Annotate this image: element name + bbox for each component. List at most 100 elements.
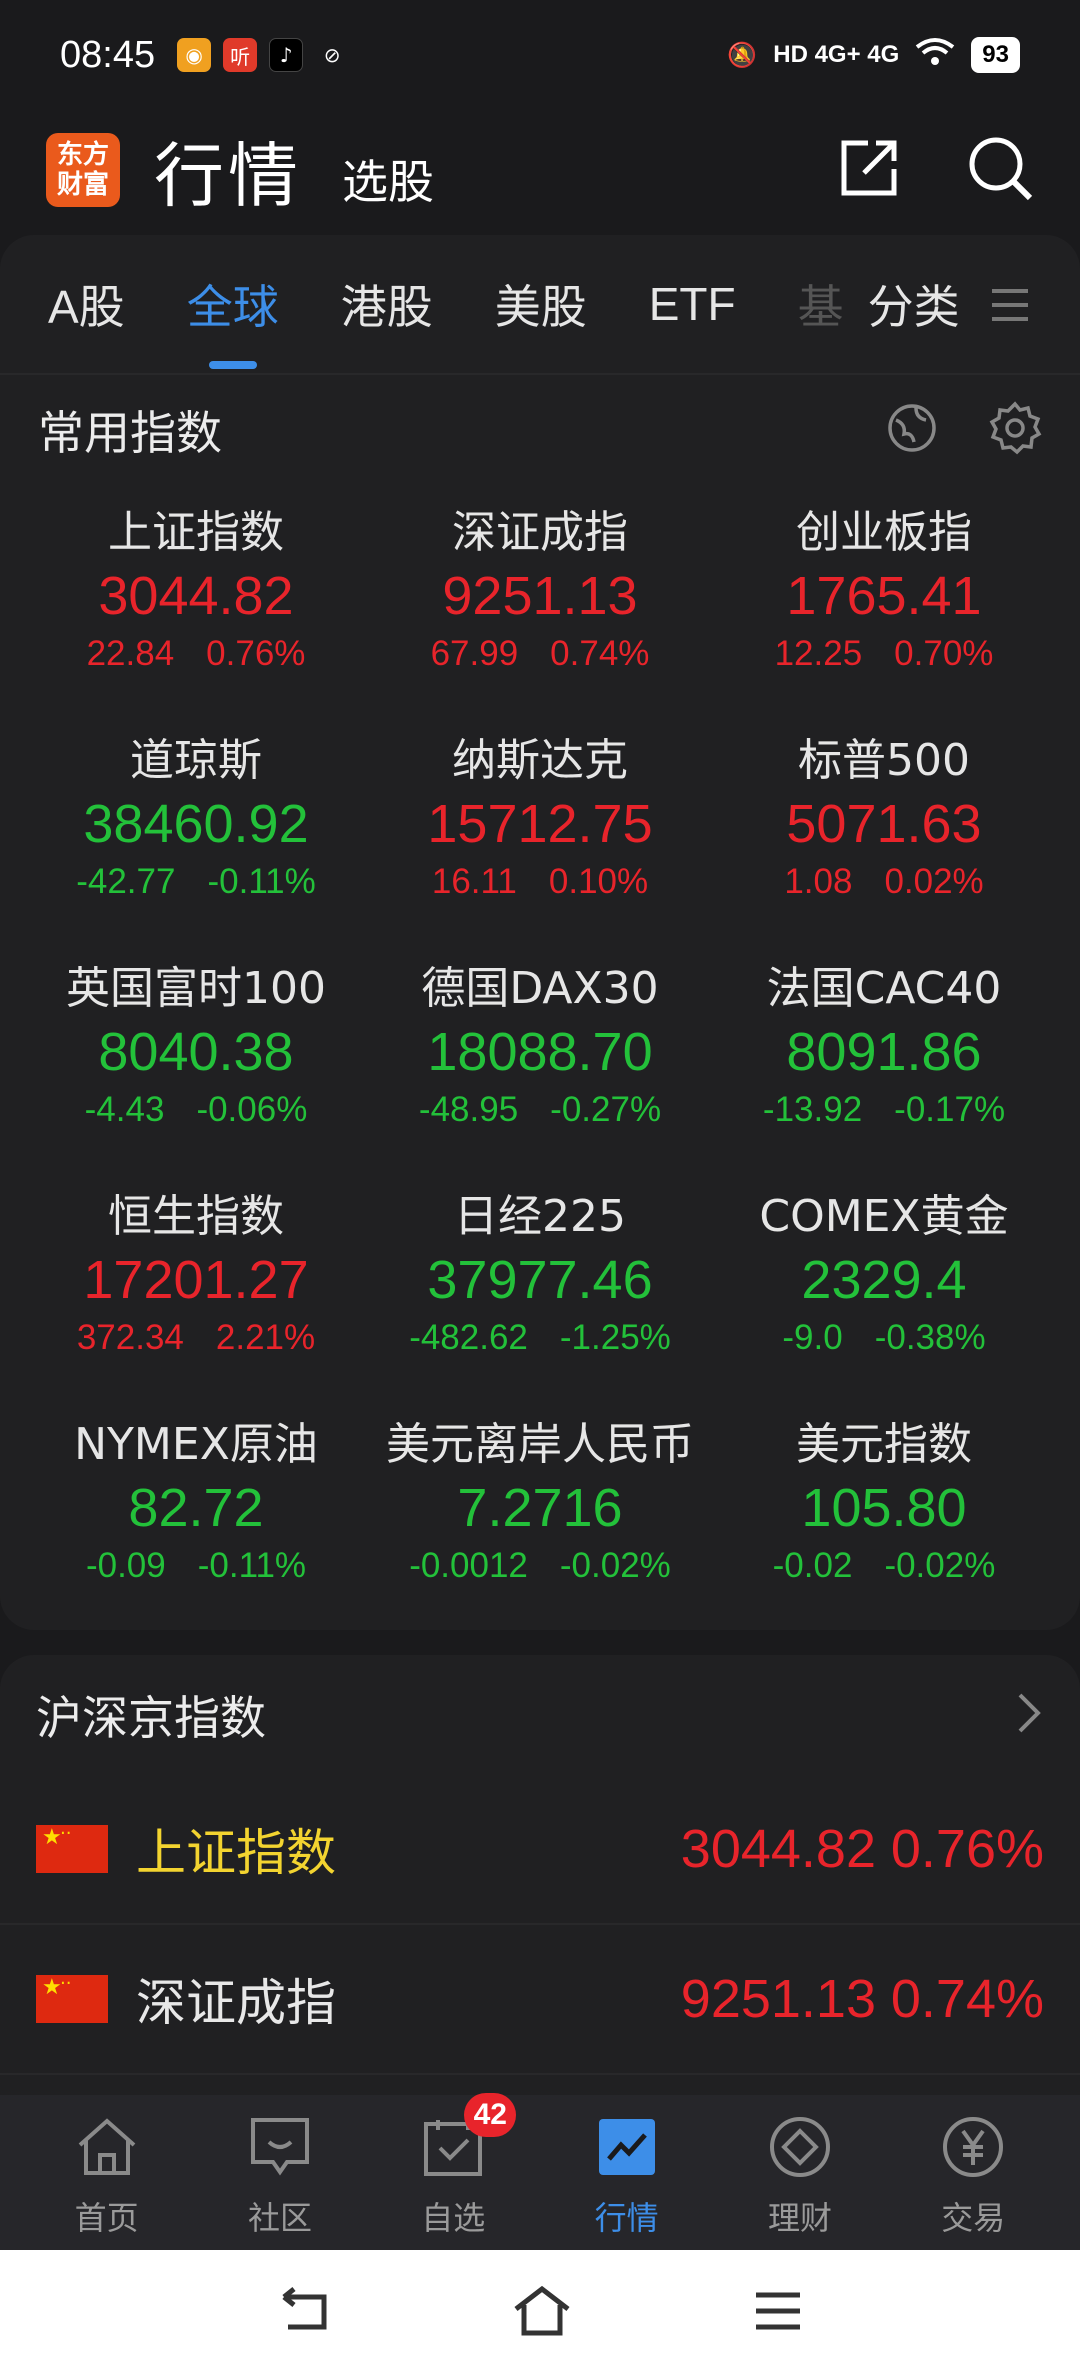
index-price: 1765.41 <box>786 566 982 626</box>
row-price: 3044.82 <box>680 1819 876 1879</box>
hs-indices-card: 沪深京指数 上证指数 3044.82 0.76% 深证成指 9251.13 0.… <box>0 1655 1080 2095</box>
nav-market[interactable]: 行情 <box>542 2107 712 2239</box>
common-indices-title: 常用指数 <box>38 406 222 460</box>
index-name: COMEX黄金 <box>759 1191 1009 1242</box>
index-change: 1.08 <box>784 862 853 901</box>
index-change: -0.0012 <box>409 1546 528 1585</box>
back-icon[interactable] <box>276 2287 332 2339</box>
index-cell[interactable]: 恒生指数 17201.27 372.34 2.21% <box>24 1169 368 1397</box>
stock-picker-link[interactable]: 选股 <box>342 146 434 212</box>
nav-label: 理财 <box>767 2198 832 2237</box>
index-pct: -0.02% <box>884 1546 996 1585</box>
nav-home[interactable]: 首页 <box>22 2107 192 2239</box>
index-name: 恒生指数 <box>108 1191 284 1242</box>
index-change-row: -0.02 -0.02% <box>712 1541 1056 1591</box>
index-pct: -0.02% <box>559 1546 671 1585</box>
list-item[interactable]: 上证指数 3044.82 0.76% <box>0 1775 1080 1925</box>
hs-indices-header[interactable]: 沪深京指数 <box>0 1655 1080 1775</box>
nav-label: 交易 <box>941 2198 1006 2237</box>
index-name: 上证指数 <box>108 507 284 558</box>
app-logo[interactable]: 东方 财富 <box>46 133 120 207</box>
globe-icon[interactable] <box>886 402 938 458</box>
index-cell[interactable]: 深证成指 9251.13 67.99 0.74% <box>368 485 712 713</box>
index-name: 纳斯达克 <box>452 735 628 786</box>
index-name: NYMEX原油 <box>74 1419 318 1470</box>
index-change: 16.11 <box>431 862 517 901</box>
index-cell[interactable]: 德国DAX30 18088.70 -48.95 -0.27% <box>368 941 712 1169</box>
index-pct: 0.10% <box>548 862 649 901</box>
tab-a-shares[interactable]: A股 <box>48 271 125 337</box>
index-cell[interactable]: 美元指数 105.80 -0.02 -0.02% <box>712 1397 1056 1625</box>
nav-watchlist[interactable]: 42 自选 <box>368 2092 538 2239</box>
tab-us[interactable]: 美股 <box>495 271 587 337</box>
index-change: -9.0 <box>782 1318 843 1357</box>
index-change-row: 1.08 0.02% <box>712 857 1056 907</box>
index-change: 67.99 <box>430 634 519 673</box>
tiktok-app-icon: ♪ <box>269 38 304 72</box>
index-name: 标普500 <box>798 735 970 786</box>
index-change: -48.95 <box>418 1090 519 1129</box>
index-price: 3044.82 <box>98 566 294 626</box>
market-icon <box>542 2107 712 2187</box>
index-change-row: 22.84 0.76% <box>24 629 368 679</box>
nav-community[interactable]: 社区 <box>195 2107 365 2239</box>
tab-global[interactable]: 全球 <box>187 271 279 337</box>
index-cell[interactable]: 日经225 37977.46 -482.62 -1.25% <box>368 1169 712 1397</box>
list-item[interactable]: 深证成指 9251.13 0.74% <box>0 1925 1080 2075</box>
index-price: 7.2716 <box>457 1478 623 1538</box>
index-name: 深证成指 <box>452 507 628 558</box>
index-pct: 0.70% <box>894 634 994 673</box>
tab-etf[interactable]: ETF <box>649 277 736 331</box>
tab-categories[interactable]: 分类 <box>868 271 960 337</box>
wifi-icon <box>915 37 955 74</box>
row-price: 9251.13 <box>680 1969 876 2029</box>
chevron-right-icon[interactable] <box>1014 1691 1044 1739</box>
index-pct: -0.11% <box>207 862 316 901</box>
index-price: 2329.4 <box>801 1250 967 1310</box>
index-cell[interactable]: 道琼斯 38460.92 -42.77 -0.11% <box>24 713 368 941</box>
index-cell[interactable]: 美元离岸人民币 7.2716 -0.0012 -0.02% <box>368 1397 712 1625</box>
share-icon[interactable] <box>838 137 900 203</box>
index-price: 8040.38 <box>98 1022 294 1082</box>
wealth-icon <box>715 2107 885 2187</box>
tab-hk[interactable]: 港股 <box>341 271 433 337</box>
index-change: -482.62 <box>409 1318 528 1357</box>
index-name: 美元指数 <box>796 1419 972 1470</box>
hs-indices-title: 沪深京指数 <box>36 1691 266 1745</box>
index-cell[interactable]: 标普500 5071.63 1.08 0.02% <box>712 713 1056 941</box>
nav-trade[interactable]: 交易 <box>888 2107 1058 2239</box>
nav-wealth[interactable]: 理财 <box>715 2107 885 2239</box>
index-price: 5071.63 <box>786 794 982 854</box>
index-cell[interactable]: 英国富时100 8040.38 -4.43 -0.06% <box>24 941 368 1169</box>
index-price: 17201.27 <box>83 1250 309 1310</box>
nav-label: 行情 <box>594 2198 659 2237</box>
index-price: 15712.75 <box>427 794 653 854</box>
nav-label: 首页 <box>74 2198 139 2237</box>
page-title: 行情 <box>154 134 302 217</box>
row-name: 上证指数 <box>136 1824 336 1882</box>
index-cell[interactable]: 纳斯达克 15712.75 16.11 0.10% <box>368 713 712 941</box>
index-cell[interactable]: COMEX黄金 2329.4 -9.0 -0.38% <box>712 1169 1056 1397</box>
tab-partial[interactable]: 基 <box>798 271 844 337</box>
logo-text-1: 东方 <box>56 140 109 170</box>
home-system-icon[interactable] <box>512 2285 572 2341</box>
logo-text-2: 财富 <box>56 170 109 200</box>
status-time: 08:45 <box>60 33 156 76</box>
network-indicator: HD 4G+ 4G <box>773 41 900 68</box>
index-cell[interactable]: 上证指数 3044.82 22.84 0.76% <box>24 485 368 713</box>
index-price: 105.80 <box>801 1478 967 1538</box>
index-price: 37977.46 <box>427 1250 653 1310</box>
index-cell[interactable]: 创业板指 1765.41 12.25 0.70% <box>712 485 1056 713</box>
index-pct: 0.76% <box>206 634 306 673</box>
menu-icon[interactable] <box>752 2289 804 2337</box>
index-cell[interactable]: 法国CAC40 8091.86 -13.92 -0.17% <box>712 941 1056 1169</box>
settings-gear-icon[interactable] <box>988 401 1042 459</box>
index-pct: -0.27% <box>550 1090 662 1129</box>
index-change: -42.77 <box>76 862 176 901</box>
index-cell[interactable]: NYMEX原油 82.72 -0.09 -0.11% <box>24 1397 368 1625</box>
index-name: 法国CAC40 <box>766 963 1002 1014</box>
search-icon[interactable] <box>966 134 1034 206</box>
tab-menu-icon[interactable] <box>990 285 1030 329</box>
watchlist-badge: 42 <box>464 2092 517 2137</box>
nav-label: 自选 <box>421 2198 486 2237</box>
